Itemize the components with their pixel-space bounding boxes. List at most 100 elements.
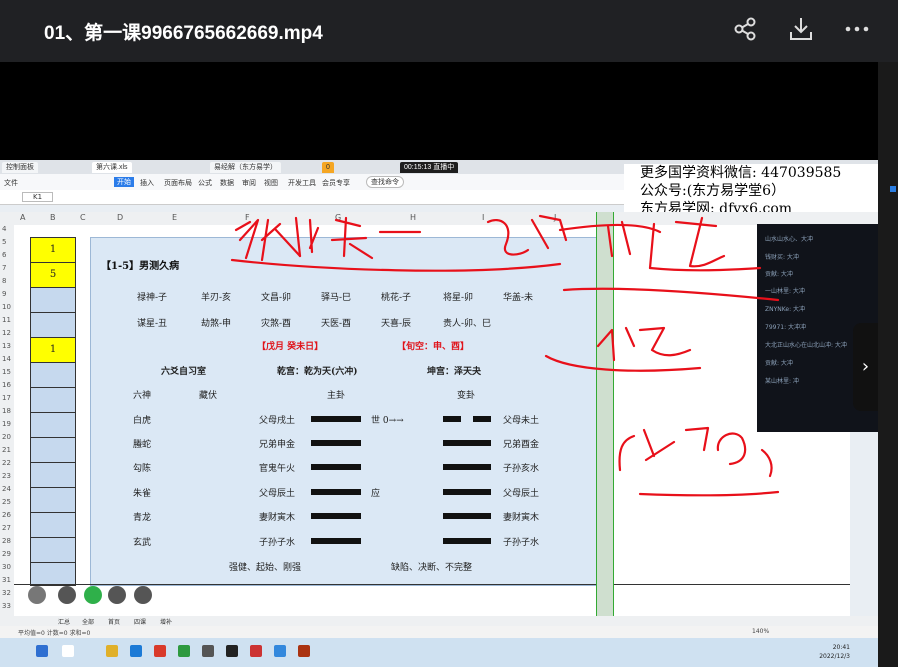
search-icon[interactable] [62, 645, 74, 657]
app-icon[interactable] [154, 645, 166, 657]
column-header[interactable]: G [335, 213, 341, 222]
row-header[interactable]: 6 [2, 251, 6, 259]
download-icon[interactable] [786, 14, 818, 46]
b-cell[interactable] [31, 513, 75, 538]
row-header[interactable]: 19 [2, 420, 11, 428]
row-header[interactable]: 25 [2, 498, 11, 506]
row-header[interactable]: 8 [2, 277, 6, 285]
row-header[interactable]: 14 [2, 355, 11, 363]
more-icon[interactable] [842, 14, 874, 46]
b-cell[interactable] [31, 538, 75, 563]
row-header[interactable]: 18 [2, 407, 11, 415]
menu-item[interactable]: 页面布局 [164, 178, 192, 188]
app-tab[interactable]: 易经解（东方易学） [210, 162, 281, 173]
app-tab[interactable]: 第六课.xls [92, 162, 132, 173]
b-cell[interactable] [31, 313, 75, 338]
taskbar-clock[interactable]: 20:41 2022/12/3 [819, 643, 850, 661]
b-cell[interactable] [31, 363, 75, 388]
column-header[interactable]: I [482, 213, 484, 222]
menu-item[interactable]: 开始 [114, 177, 134, 187]
row-header[interactable]: 30 [2, 563, 11, 571]
zoom-level[interactable]: 140% [752, 628, 769, 635]
menu-item[interactable]: 公式 [198, 178, 212, 188]
cell-reference[interactable]: K1 [22, 192, 54, 202]
row-header[interactable]: 21 [2, 446, 11, 454]
row-header[interactable]: 23 [2, 472, 11, 480]
column-header[interactable]: F [245, 213, 250, 222]
sheet-tab[interactable]: 首页 [108, 617, 120, 626]
eraser-icon[interactable] [108, 586, 126, 604]
row-header[interactable]: 17 [2, 394, 11, 402]
search-input[interactable]: 查找命令 [366, 176, 404, 188]
b-cell[interactable] [31, 288, 75, 313]
pointer-icon[interactable] [58, 586, 76, 604]
row-header[interactable]: 11 [2, 316, 11, 324]
pen-icon[interactable] [84, 586, 102, 604]
b-cell[interactable]: 5 [31, 263, 75, 288]
b-cell[interactable] [31, 463, 75, 488]
row-header[interactable]: 24 [2, 485, 11, 493]
b-cell[interactable] [31, 388, 75, 413]
row-header[interactable]: 31 [2, 576, 11, 584]
selected-column-k[interactable] [596, 212, 614, 620]
row-header[interactable]: 27 [2, 524, 11, 532]
folder-icon[interactable] [106, 645, 118, 657]
app-icon[interactable] [298, 645, 310, 657]
b-cell[interactable] [31, 488, 75, 513]
column-header[interactable]: D [117, 213, 123, 222]
sheet-tab[interactable]: 增补 [160, 617, 172, 626]
screen-icon[interactable] [28, 586, 46, 604]
row-header[interactable]: 16 [2, 381, 11, 389]
app-icon[interactable] [274, 645, 286, 657]
row-header[interactable]: 4 [2, 225, 6, 233]
app-icon[interactable] [202, 645, 214, 657]
sheet-tab[interactable]: 四课 [134, 617, 146, 626]
row-header[interactable]: 13 [2, 342, 11, 350]
row-header[interactable]: 20 [2, 433, 11, 441]
row-header[interactable]: 9 [2, 290, 6, 298]
row-header[interactable]: 22 [2, 459, 11, 467]
b-cell[interactable] [31, 413, 75, 438]
b-cell[interactable] [31, 438, 75, 463]
column-header[interactable]: H [410, 213, 416, 222]
next-arrow-button[interactable]: › [853, 323, 878, 411]
app-icon[interactable] [226, 645, 238, 657]
row-header[interactable]: 28 [2, 537, 11, 545]
sheet-tab[interactable]: 汇总 [58, 617, 70, 626]
menu-item[interactable]: 会员专享 [322, 178, 350, 188]
browser-icon[interactable] [130, 645, 142, 657]
menu-item[interactable]: 数据 [220, 178, 234, 188]
menu-item[interactable]: 视图 [264, 178, 278, 188]
image-icon[interactable] [134, 586, 152, 604]
row-header[interactable]: 12 [2, 329, 11, 337]
row-header[interactable]: 32 [2, 589, 11, 597]
row-header[interactable]: 33 [2, 602, 11, 610]
column-header[interactable]: J [554, 213, 556, 222]
share-icon[interactable] [730, 14, 762, 46]
main-gong-header: 乾宫：乾为天(六冲) [277, 367, 358, 377]
sheet-tab[interactable]: 全部 [82, 617, 94, 626]
app-tab[interactable]: 0 [322, 162, 334, 173]
star-item: 劫煞-申 [201, 319, 232, 329]
row-header[interactable]: 7 [2, 264, 6, 272]
column-header[interactable]: A [20, 213, 25, 222]
b-cell[interactable]: 1 [31, 238, 75, 263]
menu-item[interactable]: 插入 [140, 178, 154, 188]
column-header[interactable]: E [172, 213, 177, 222]
row-header[interactable]: 29 [2, 550, 11, 558]
row-header[interactable]: 15 [2, 368, 11, 376]
menu-item[interactable]: 文件 [4, 178, 18, 188]
app-icon[interactable] [250, 645, 262, 657]
menu-item[interactable]: 审阅 [242, 178, 256, 188]
menu-item[interactable]: 开发工具 [288, 178, 316, 188]
b-cell[interactable]: 1 [31, 338, 75, 363]
row-header[interactable]: 5 [2, 238, 6, 246]
column-header[interactable]: B [50, 213, 56, 222]
windows-start-icon[interactable] [36, 645, 48, 657]
app-tab[interactable]: 控制面板 [2, 162, 38, 173]
column-header[interactable]: C [80, 213, 86, 222]
row-header[interactable]: 26 [2, 511, 11, 519]
video-frame[interactable]: 控制面板 第六课.xls 易经解（东方易学） 0 00:15:13 直播中 文件… [0, 160, 878, 667]
app-icon[interactable] [178, 645, 190, 657]
row-header[interactable]: 10 [2, 303, 11, 311]
